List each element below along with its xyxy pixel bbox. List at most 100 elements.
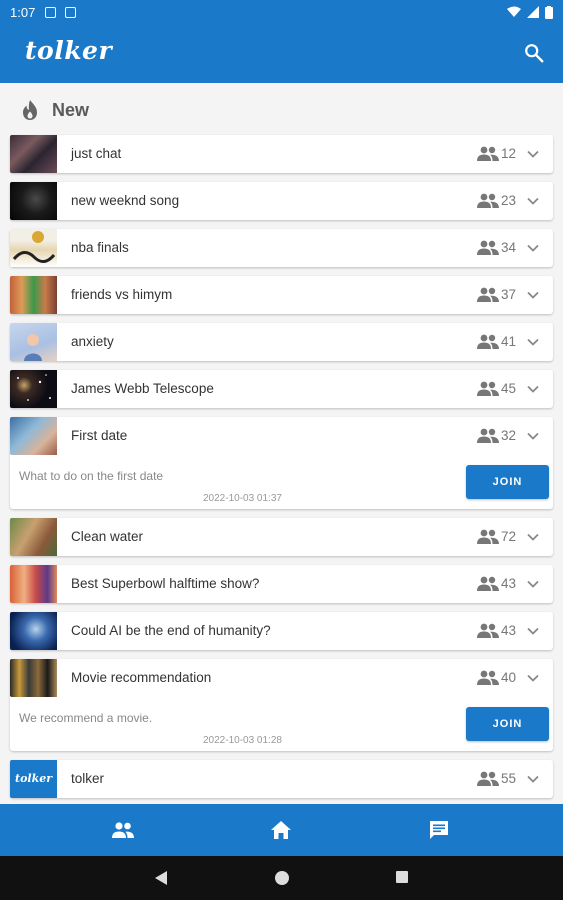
chat-timestamp: 2022-10-03 01:37 [203, 493, 282, 504]
chat-icon[interactable] [427, 818, 451, 842]
stars-image [17, 374, 51, 401]
back-icon[interactable] [154, 870, 168, 886]
figure-illustration [24, 334, 42, 361]
chevron-down-icon[interactable] [526, 147, 540, 161]
app-bar: tolker [0, 24, 563, 83]
member-count: 32 [501, 428, 517, 443]
home-button-icon[interactable] [274, 870, 290, 886]
chat-item-expanded[interactable]: First date 32 What to do on the first da… [10, 417, 553, 509]
thumbnail-logo: tolker [14, 772, 52, 785]
member-count: 41 [501, 334, 517, 349]
flame-icon [23, 100, 37, 120]
search-icon[interactable] [523, 42, 545, 64]
chat-name: James Webb Telescope [71, 381, 214, 396]
chevron-down-icon[interactable] [526, 624, 540, 638]
people-icon [477, 529, 499, 544]
chevron-down-icon[interactable] [526, 772, 540, 786]
member-count: 72 [501, 529, 517, 544]
chat-thumbnail [10, 565, 57, 603]
chevron-down-icon[interactable] [526, 530, 540, 544]
chat-list-area[interactable]: New just chat 12 new weeknd song 23 nba … [0, 83, 563, 804]
chat-item[interactable]: anxiety 41 [10, 323, 553, 361]
people-icon [477, 146, 499, 161]
chat-description: We recommend a movie. [19, 711, 153, 725]
chat-item[interactable]: tolker tolker 55 [10, 760, 553, 798]
chat-item[interactable]: James Webb Telescope 45 [10, 370, 553, 408]
chat-name: friends vs himym [71, 287, 173, 302]
chat-name: Could AI be the end of humanity? [71, 623, 271, 638]
people-icon [477, 381, 499, 396]
member-count: 37 [501, 287, 517, 302]
trophy-icon [12, 231, 56, 263]
chevron-down-icon[interactable] [526, 241, 540, 255]
chat-item[interactable]: Could AI be the end of humanity? 43 [10, 612, 553, 650]
chat-item[interactable]: friends vs himym 37 [10, 276, 553, 314]
chat-name: just chat [71, 146, 122, 161]
chevron-down-icon[interactable] [526, 194, 540, 208]
chevron-down-icon[interactable] [526, 288, 540, 302]
people-icon [477, 334, 499, 349]
system-nav-bar [0, 856, 563, 900]
chat-thumbnail [10, 323, 57, 361]
chat-name: Best Superbowl halftime show? [71, 576, 260, 591]
chevron-down-icon[interactable] [526, 671, 540, 685]
member-count: 40 [501, 670, 517, 685]
bottom-nav [0, 804, 563, 856]
member-count: 45 [501, 381, 517, 396]
chat-thumbnail [10, 182, 57, 220]
people-icon [477, 240, 499, 255]
chat-item[interactable]: new weeknd song 23 [10, 182, 553, 220]
notification-icon-2 [65, 6, 77, 18]
chat-item[interactable]: nba finals 34 [10, 229, 553, 267]
chat-thumbnail [10, 276, 57, 314]
notification-icon [45, 6, 57, 18]
chat-description: What to do on the first date [19, 469, 164, 483]
chat-name: Clean water [71, 529, 144, 544]
member-count: 23 [501, 193, 517, 208]
chevron-down-icon[interactable] [526, 577, 540, 591]
join-button[interactable]: JOIN [466, 707, 549, 741]
app-logo: tolker [25, 36, 113, 65]
chat-name: nba finals [71, 240, 129, 255]
chevron-down-icon[interactable] [526, 429, 540, 443]
member-count: 55 [501, 771, 517, 786]
chat-thumbnail [10, 612, 57, 650]
chat-thumbnail [10, 518, 57, 556]
chat-item[interactable]: Clean water 72 [10, 518, 553, 556]
member-count: 12 [501, 146, 517, 161]
people-icon [477, 576, 499, 591]
member-count: 34 [501, 240, 517, 255]
people-icon [477, 623, 499, 638]
chat-name: First date [71, 428, 128, 443]
chat-thumbnail [10, 135, 57, 173]
chat-name: Movie recommendation [71, 670, 212, 685]
join-button[interactable]: JOIN [466, 465, 549, 499]
wifi-icon [507, 6, 521, 17]
chat-name: new weeknd song [71, 193, 180, 208]
chat-item-expanded[interactable]: Movie recommendation 40 We recommend a m… [10, 659, 553, 751]
chat-item[interactable]: Best Superbowl halftime show? 43 [10, 565, 553, 603]
signal-icon [527, 6, 539, 18]
status-time: 1:07 [10, 4, 36, 20]
chevron-down-icon[interactable] [526, 335, 540, 349]
people-icon [477, 287, 499, 302]
recents-icon[interactable] [395, 870, 409, 884]
people-icon [477, 193, 499, 208]
chevron-down-icon[interactable] [526, 382, 540, 396]
home-icon[interactable] [269, 818, 293, 842]
chat-thumbnail [10, 659, 57, 697]
chat-name: anxiety [71, 334, 114, 349]
chat-thumbnail [10, 417, 57, 455]
chat-item[interactable]: just chat 12 [10, 135, 553, 173]
people-icon [477, 670, 499, 685]
people-icon [477, 428, 499, 443]
status-bar: 1:07 [0, 0, 563, 24]
chat-timestamp: 2022-10-03 01:28 [203, 735, 282, 746]
section-header: New [20, 97, 89, 123]
people-icon [477, 771, 499, 786]
battery-icon [545, 5, 553, 19]
chat-thumbnail [10, 370, 57, 408]
section-title: New [52, 99, 90, 120]
people-icon[interactable] [111, 818, 135, 842]
member-count: 43 [501, 576, 517, 591]
